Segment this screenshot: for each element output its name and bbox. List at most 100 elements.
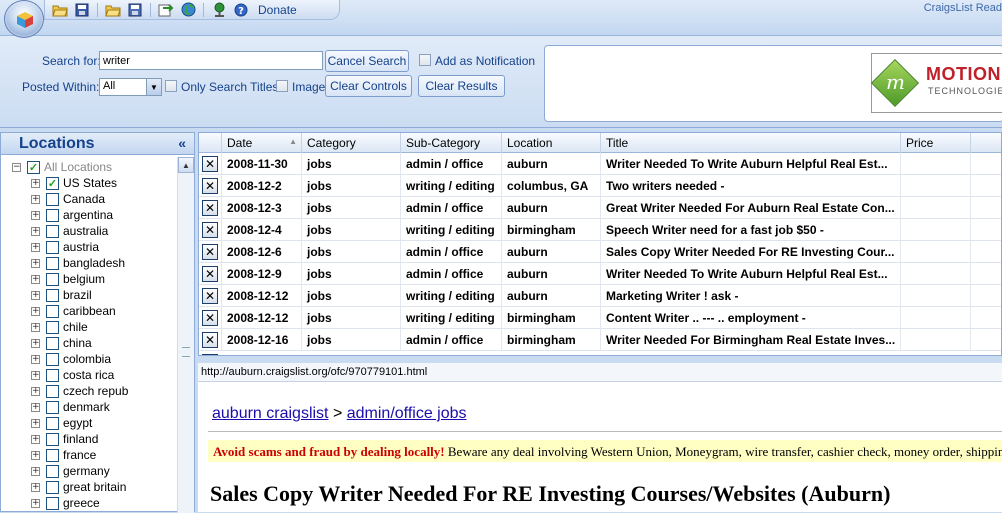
tree-item[interactable]: + czech repub [31, 383, 128, 399]
tree-checkbox[interactable] [46, 432, 59, 446]
export-icon[interactable] [157, 2, 175, 18]
tree-checkbox[interactable] [46, 192, 59, 206]
expand-toggle-icon[interactable]: + [31, 306, 40, 316]
tree-checkbox[interactable] [46, 480, 59, 494]
tree-checkbox[interactable] [46, 304, 59, 318]
delete-row-icon[interactable]: ✕ [202, 222, 218, 238]
tree-item[interactable]: + austria [31, 239, 99, 255]
tree-item[interactable]: + bangladesh [31, 255, 125, 271]
tree-item[interactable]: + Canada [31, 191, 105, 207]
expand-toggle-icon[interactable]: + [31, 242, 40, 252]
expand-toggle-icon[interactable]: + [31, 210, 40, 220]
table-row[interactable]: ✕ 2008-12-9 jobs admin / office auburn Writer… [199, 263, 1001, 285]
breadcrumb-section-link[interactable]: admin/office jobs [347, 405, 467, 422]
tree-checkbox[interactable] [46, 464, 59, 478]
tree-item[interactable]: + greece [31, 495, 100, 511]
column-header-category[interactable]: Category [302, 133, 401, 153]
help-icon[interactable]: ? [232, 2, 250, 18]
ad-banner[interactable]: m MOTION TECHNOLOGIES [544, 45, 1002, 122]
table-row[interactable]: ✕ 2008-12-16 jobs admin / office birmingham W… [199, 329, 1001, 351]
tree-checkbox[interactable] [46, 272, 59, 286]
tree-checkbox[interactable] [46, 336, 59, 350]
only-search-titles-checkbox[interactable] [165, 80, 177, 92]
column-header-price[interactable]: Price [901, 133, 971, 153]
tree-item[interactable]: + belgium [31, 271, 105, 287]
tree-checkbox[interactable] [46, 240, 59, 254]
tree-item[interactable]: + caribbean [31, 303, 116, 319]
tree-checkbox[interactable]: ✓ [46, 176, 59, 190]
tree-item[interactable]: + argentina [31, 207, 113, 223]
tree-item[interactable]: + denmark [31, 399, 110, 415]
tree-item[interactable]: + ✓ US States [31, 175, 117, 191]
expand-toggle-icon[interactable]: + [31, 370, 40, 380]
tree-checkbox[interactable] [46, 256, 59, 270]
search-input[interactable] [99, 51, 323, 70]
delete-row-icon[interactable]: ✕ [202, 266, 218, 282]
tree-checkbox[interactable] [46, 224, 59, 238]
delete-row-icon[interactable]: ✕ [202, 354, 218, 355]
tree-item[interactable]: + great britain [31, 479, 126, 495]
tree-checkbox[interactable] [46, 288, 59, 302]
column-header-date[interactable]: Date ▲ [222, 133, 302, 153]
tree-item[interactable]: + egypt [31, 415, 92, 431]
table-row[interactable]: ✕ 2008-11-30 jobs admin / office auburn Write… [199, 153, 1001, 175]
delete-row-icon[interactable]: ✕ [202, 288, 218, 304]
expand-toggle-icon[interactable]: + [31, 178, 40, 188]
floppy-save-icon[interactable] [126, 2, 144, 18]
table-row-partial[interactable]: ✕ [199, 351, 1001, 355]
table-row[interactable]: ✕ 2008-12-4 jobs writing / editing birmingha… [199, 219, 1001, 241]
tree-scrollbar[interactable]: ▲ [177, 157, 194, 513]
tree-item[interactable]: + brazil [31, 287, 92, 303]
tree-checkbox[interactable] [46, 368, 59, 382]
tree-root-all-locations[interactable]: − ✓ All Locations [12, 159, 112, 175]
collapse-toggle-icon[interactable]: − [12, 162, 21, 172]
delete-row-icon[interactable]: ✕ [202, 310, 218, 326]
expand-toggle-icon[interactable]: + [31, 418, 40, 428]
tree-checkbox[interactable] [46, 496, 59, 510]
open-folder-icon[interactable] [51, 2, 69, 18]
expand-toggle-icon[interactable]: + [31, 290, 40, 300]
scroll-up-arrow-icon[interactable]: ▲ [178, 157, 194, 173]
delete-row-icon[interactable]: ✕ [202, 156, 218, 172]
add-notification-checkbox[interactable] [419, 54, 431, 66]
expand-toggle-icon[interactable]: + [31, 482, 40, 492]
cancel-search-button[interactable]: Cancel Search [325, 50, 409, 72]
expand-toggle-icon[interactable]: + [31, 274, 40, 284]
column-header-location[interactable]: Location [502, 133, 601, 153]
globe-icon[interactable] [179, 2, 197, 18]
expand-toggle-icon[interactable]: + [31, 354, 40, 364]
expand-toggle-icon[interactable]: + [31, 466, 40, 476]
url-bar[interactable]: http://auburn.craigslist.org/ofc/9707791… [198, 363, 1002, 382]
column-header-title[interactable]: Title [601, 133, 901, 153]
clear-results-button[interactable]: Clear Results [418, 75, 505, 97]
tree-checkbox[interactable] [46, 208, 59, 222]
tree-checkbox[interactable] [46, 320, 59, 334]
image-checkbox[interactable] [276, 80, 288, 92]
tree-item[interactable]: + costa rica [31, 367, 114, 383]
dropdown-arrow-icon[interactable]: ▼ [146, 79, 161, 95]
table-row[interactable]: ✕ 2008-12-3 jobs admin / office auburn Great … [199, 197, 1001, 219]
tree-item[interactable]: + australia [31, 223, 108, 239]
tree-item[interactable]: + colombia [31, 351, 111, 367]
breadcrumb-site-link[interactable]: auburn craigslist [212, 405, 329, 422]
expand-toggle-icon[interactable]: + [31, 498, 40, 508]
open-file-icon[interactable] [104, 2, 122, 18]
expand-toggle-icon[interactable]: + [31, 322, 40, 332]
expand-toggle-icon[interactable]: + [31, 194, 40, 204]
tree-checkbox[interactable]: ✓ [27, 160, 40, 174]
table-row[interactable]: ✕ 2008-12-12 jobs writing / editing auburn Ma… [199, 285, 1001, 307]
collapse-panel-button[interactable]: « [178, 135, 186, 151]
tree-item[interactable]: + germany [31, 463, 110, 479]
expand-toggle-icon[interactable]: + [31, 258, 40, 268]
tree-item[interactable]: + china [31, 335, 92, 351]
network-icon[interactable] [210, 2, 228, 18]
expand-toggle-icon[interactable]: + [31, 434, 40, 444]
delete-row-icon[interactable]: ✕ [202, 332, 218, 348]
tree-item[interactable]: + finland [31, 431, 98, 447]
expand-toggle-icon[interactable]: + [31, 386, 40, 396]
delete-row-icon[interactable]: ✕ [202, 200, 218, 216]
tree-checkbox[interactable] [46, 384, 59, 398]
expand-toggle-icon[interactable]: + [31, 450, 40, 460]
delete-row-icon[interactable]: ✕ [202, 178, 218, 194]
tree-item[interactable]: + chile [31, 319, 88, 335]
